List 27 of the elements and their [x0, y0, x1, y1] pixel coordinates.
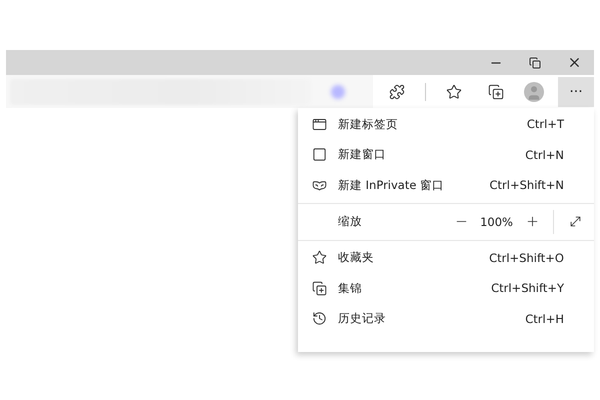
- blurred-dot-icon: [331, 84, 345, 98]
- menu-label: 新建 InPrivate 窗口: [338, 178, 446, 193]
- close-icon[interactable]: [567, 55, 582, 70]
- menu-label: 历史记录: [338, 311, 387, 326]
- menu-label: 集锦: [338, 280, 363, 296]
- shortcut-text: Ctrl+H: [525, 312, 564, 326]
- menu-item[interactable]: 新建 InPrivate 窗口 Ctrl+Shift+N: [298, 170, 594, 200]
- menu-item[interactable]: 收藏夹 Ctrl+Shift+O: [298, 242, 594, 273]
- zoom-value: 100%: [480, 214, 513, 228]
- shortcut-text: Ctrl+T: [526, 117, 564, 132]
- menu-label: 收藏夹: [338, 250, 375, 266]
- menu-item[interactable]: 新建标签页 Ctrl+T: [298, 109, 594, 140]
- more-button[interactable]: ···: [558, 76, 594, 106]
- menu-item[interactable]: 历史记录 Ctrl+H: [298, 304, 594, 334]
- menu-item[interactable]: 集锦 Ctrl+Shift+Y: [298, 273, 594, 304]
- collections-icon: [310, 279, 328, 298]
- fullscreen-icon[interactable]: [568, 214, 582, 229]
- shortcut-text: Ctrl+N: [525, 148, 564, 162]
- shortcut-text: Ctrl+Shift+Y: [491, 281, 564, 296]
- avatar-icon[interactable]: [524, 82, 544, 102]
- zoom-label: 缩放: [338, 214, 363, 229]
- restore-icon[interactable]: [529, 56, 541, 68]
- menu-label: 新建窗口: [338, 147, 387, 162]
- menu-item[interactable]: 新建窗口 Ctrl+N: [298, 140, 594, 170]
- shortcut-text: Ctrl+Shift+O: [489, 250, 564, 265]
- shortcut-text: Ctrl+Shift+N: [490, 178, 564, 192]
- menu-label: 新建标签页: [338, 116, 399, 132]
